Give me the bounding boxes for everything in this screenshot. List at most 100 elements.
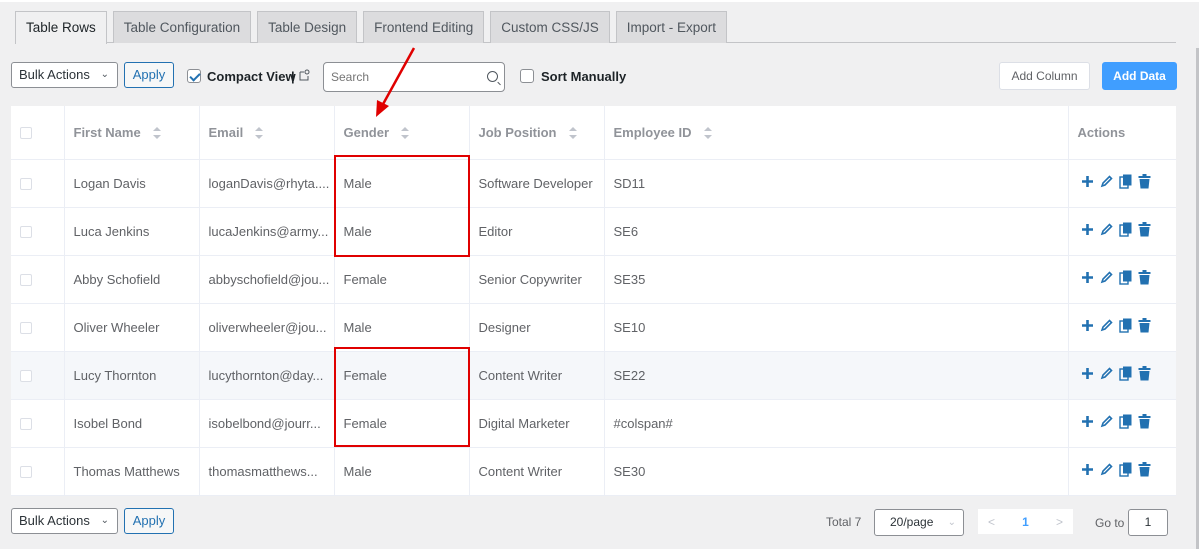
trash-icon[interactable] (1138, 366, 1151, 384)
row-checkbox[interactable] (20, 226, 32, 239)
cell-employee-id[interactable]: #colspan# (604, 399, 1069, 448)
table-row[interactable]: Abby Schofield abbyschofield@jou... Fema… (11, 255, 1176, 304)
table-row[interactable]: Lucy Thornton lucythornton@day... Female… (11, 351, 1176, 400)
apply-button[interactable]: Apply (124, 62, 174, 88)
cell-job-position[interactable]: Content Writer (469, 447, 605, 496)
row-checkbox[interactable] (20, 274, 32, 287)
bulk-actions-select-bottom[interactable]: Bulk Actions ⌄ (11, 508, 118, 534)
row-checkbox[interactable] (20, 322, 32, 335)
sort-icon[interactable] (703, 127, 712, 140)
cell-first-name[interactable]: Isobel Bond (64, 399, 200, 448)
copy-icon[interactable] (1118, 366, 1132, 384)
cell-job-position[interactable]: Content Writer (469, 351, 605, 400)
edit-pencil-icon[interactable] (1100, 367, 1113, 383)
cell-gender[interactable]: Male (334, 303, 470, 352)
cell-first-name[interactable]: Logan Davis (64, 159, 200, 208)
column-header-gender[interactable]: Gender (334, 106, 470, 160)
copy-icon[interactable] (1118, 462, 1132, 480)
next-page-button[interactable]: > (1056, 515, 1063, 529)
cell-email[interactable]: lucaJenkins@army... (199, 207, 335, 256)
edit-pencil-icon[interactable] (1100, 175, 1113, 191)
table-row[interactable]: Isobel Bond isobelbond@jourr... Female D… (11, 399, 1176, 448)
table-row[interactable]: Logan Davis loganDavis@rhyta.... Male So… (11, 159, 1176, 208)
cell-email[interactable]: loganDavis@rhyta.... (199, 159, 335, 208)
cell-first-name[interactable]: Luca Jenkins (64, 207, 200, 256)
tab-table-design[interactable]: Table Design (257, 11, 358, 43)
cell-first-name[interactable]: Oliver Wheeler (64, 303, 200, 352)
cell-employee-id[interactable]: SE10 (604, 303, 1069, 352)
prev-page-button[interactable]: < (988, 515, 995, 529)
tab-import-export[interactable]: Import - Export (615, 11, 728, 43)
column-header-email[interactable]: Email (199, 106, 335, 160)
tab-table-rows[interactable]: Table Rows (15, 11, 107, 44)
table-row[interactable]: Oliver Wheeler oliverwheeler@jou... Male… (11, 303, 1176, 352)
tab-custom-css-js[interactable]: Custom CSS/JS (490, 11, 610, 43)
edit-pencil-icon[interactable] (1100, 463, 1113, 479)
cell-email[interactable]: abbyschofield@jou... (199, 255, 335, 304)
edit-pencil-icon[interactable] (1100, 319, 1113, 335)
compact-view-checkbox[interactable] (187, 69, 201, 83)
external-link-icon[interactable] (299, 69, 310, 81)
edit-pencil-icon[interactable] (1100, 415, 1113, 431)
copy-icon[interactable] (1118, 414, 1132, 432)
search-icon[interactable] (487, 71, 498, 82)
cell-employee-id[interactable]: SE22 (604, 351, 1069, 400)
add-data-button[interactable]: Add Data (1102, 62, 1177, 90)
sort-icon[interactable] (568, 127, 577, 140)
cell-job-position[interactable]: Software Developer (469, 159, 605, 208)
edit-pencil-icon[interactable] (1100, 271, 1113, 287)
cell-employee-id[interactable]: SE6 (604, 207, 1069, 256)
add-icon[interactable] (1081, 463, 1094, 479)
trash-icon[interactable] (1138, 462, 1151, 480)
add-column-button[interactable]: Add Column (999, 62, 1090, 90)
sort-icon[interactable] (401, 127, 410, 140)
row-checkbox[interactable] (20, 370, 32, 383)
add-icon[interactable] (1081, 415, 1094, 431)
cell-employee-id[interactable]: SE35 (604, 255, 1069, 304)
add-icon[interactable] (1081, 223, 1094, 239)
tab-table-configuration[interactable]: Table Configuration (112, 11, 252, 43)
column-header-employee-id[interactable]: Employee ID (604, 106, 1069, 160)
trash-icon[interactable] (1138, 270, 1151, 288)
cell-job-position[interactable]: Editor (469, 207, 605, 256)
trash-icon[interactable] (1138, 222, 1151, 240)
cell-email[interactable]: thomasmatthews... (199, 447, 335, 496)
add-icon[interactable] (1081, 271, 1094, 287)
apply-button-bottom[interactable]: Apply (124, 508, 174, 534)
add-icon[interactable] (1081, 175, 1094, 191)
sort-manually-checkbox[interactable] (520, 69, 534, 83)
sort-icon[interactable] (255, 127, 264, 140)
cell-email[interactable]: isobelbond@jourr... (199, 399, 335, 448)
row-checkbox[interactable] (20, 178, 32, 191)
sort-icon[interactable] (152, 127, 161, 140)
cell-job-position[interactable]: Senior Copywriter (469, 255, 605, 304)
select-all-checkbox[interactable] (20, 127, 32, 140)
trash-icon[interactable] (1138, 414, 1151, 432)
cell-employee-id[interactable]: SD11 (604, 159, 1069, 208)
search-input[interactable] (324, 63, 474, 91)
copy-icon[interactable] (1118, 318, 1132, 336)
table-row[interactable]: Luca Jenkins lucaJenkins@army... Male Ed… (11, 207, 1176, 256)
cell-employee-id[interactable]: SE30 (604, 447, 1069, 496)
row-checkbox[interactable] (20, 418, 32, 431)
copy-icon[interactable] (1118, 174, 1132, 192)
copy-icon[interactable] (1118, 222, 1132, 240)
add-icon[interactable] (1081, 367, 1094, 383)
cell-first-name[interactable]: Thomas Matthews (64, 447, 200, 496)
cell-gender[interactable]: Female (334, 255, 470, 304)
cell-job-position[interactable]: Digital Marketer (469, 399, 605, 448)
cell-first-name[interactable]: Abby Schofield (64, 255, 200, 304)
row-checkbox[interactable] (20, 466, 32, 479)
cell-job-position[interactable]: Designer (469, 303, 605, 352)
cell-email[interactable]: oliverwheeler@jou... (199, 303, 335, 352)
search-field[interactable] (323, 62, 505, 92)
page-number-current[interactable]: 1 (1022, 515, 1029, 529)
bulk-actions-select[interactable]: Bulk Actions ⌄ (11, 62, 118, 88)
trash-icon[interactable] (1138, 174, 1151, 192)
goto-page-input[interactable]: 1 (1128, 509, 1168, 536)
edit-pencil-icon[interactable] (1100, 223, 1113, 239)
table-row[interactable]: Thomas Matthews thomasmatthews... Male C… (11, 447, 1176, 496)
cell-first-name[interactable]: Lucy Thornton (64, 351, 200, 400)
cell-email[interactable]: lucythornton@day... (199, 351, 335, 400)
page-size-select[interactable]: 20/page ⌄ (874, 509, 964, 536)
